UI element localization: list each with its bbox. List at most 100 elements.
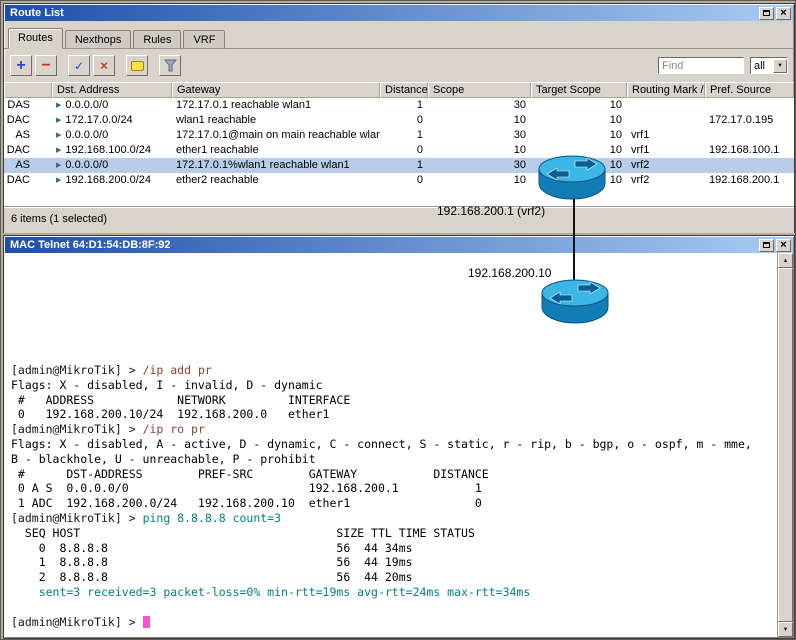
router-local-label: 192.168.200.10 <box>468 266 552 280</box>
telnet-content: [admin@MikroTik] > /ip add pr Flags: X - … <box>5 253 793 637</box>
route-marker-icon: ▶ <box>56 132 62 139</box>
terminal-line: 1 8.8.8.8 56 44 19ms <box>11 555 413 570</box>
route-cell-flags: DAC <box>6 144 30 156</box>
route-cell-target_scope: 10 <box>609 99 622 111</box>
column-header-dst-address[interactable]: Dst. Address <box>52 82 172 98</box>
tab-rules[interactable]: Rules <box>133 30 182 49</box>
terminal-line: SEQ HOST SIZE TTL TIME STATUS <box>11 525 475 540</box>
terminal-output[interactable]: [admin@MikroTik] > /ip add pr Flags: X - … <box>11 363 752 629</box>
terminal-line: # DST-ADDRESS PREF-SRC GATEWAY DISTANCE <box>11 466 489 481</box>
route-cell-flags: DAS <box>7 99 30 111</box>
route-cell-dst: ▶ 172.17.0.0/24 <box>56 114 133 126</box>
items-count: 6 items (1 selected) <box>11 213 107 225</box>
terminal-line: 2 8.8.8.8 56 44 20ms <box>11 570 413 585</box>
route-row[interactable]: DAS ▶ 0.0.0.0/0 172.17.0.1 reachable wlan1 1… <box>4 98 794 113</box>
route-cell-target_scope: 10 <box>609 129 622 141</box>
route-cell-routing_mark: vrf1 <box>631 129 650 141</box>
tab-vrf[interactable]: VRF <box>183 30 226 49</box>
maximize-button[interactable] <box>759 238 774 252</box>
route-cell-flags: AS <box>15 129 30 141</box>
filter-icon <box>163 59 177 72</box>
router-icon-local <box>538 276 612 331</box>
route-cell-dst: ▶ 0.0.0.0/0 <box>56 159 109 171</box>
scrollbar-thumb[interactable] <box>778 268 793 622</box>
route-marker-icon: ▶ <box>56 117 62 124</box>
winbox-workspace: Route List × Routes Nexthops Rules VRF +… <box>0 0 796 640</box>
close-button[interactable]: × <box>776 238 791 252</box>
disable-route-button[interactable]: × <box>93 55 115 76</box>
route-cell-routing_mark <box>627 98 705 113</box>
route-row[interactable]: DAC ▶ 172.17.0.0/24 wlan1 reachable 0 10 10 172… <box>4 113 794 128</box>
router-icon <box>541 279 609 324</box>
route-cell-distance: 1 <box>416 159 423 171</box>
route-list-titlebar[interactable]: Route List × <box>5 5 793 21</box>
column-header-distance[interactable]: Distance <box>380 82 428 98</box>
route-cell-dst: ▶ 0.0.0.0/0 <box>56 99 109 111</box>
comment-button[interactable] <box>126 55 148 76</box>
route-marker-icon: ▶ <box>56 177 62 184</box>
route-cell-distance: 0 <box>416 144 423 156</box>
route-marker-icon: ▶ <box>56 102 62 109</box>
terminal-line: 1 ADC 192.168.200.0/24 192.168.200.10 et… <box>11 496 482 511</box>
route-cell-distance: 0 <box>416 174 423 186</box>
column-header-gateway[interactable]: Gateway <box>172 82 380 98</box>
terminal-line: Flags: X - disabled, I - invalid, D - dy… <box>11 377 323 392</box>
scroll-up-button[interactable]: ▲ <box>778 253 793 268</box>
maximize-button[interactable] <box>759 6 774 20</box>
route-cell-distance: 1 <box>416 129 423 141</box>
close-button[interactable]: × <box>776 6 791 20</box>
route-row[interactable]: AS ▶ 0.0.0.0/0 172.17.0.1@main on main reac… <box>4 128 794 143</box>
mac-telnet-window-controls: × <box>759 238 791 252</box>
terminal-line: sent=3 received=3 packet-loss=0% min-rtt… <box>11 584 531 599</box>
route-cell-gateway: ether1 reachable <box>176 144 259 156</box>
topology-link-line <box>573 198 575 280</box>
route-row[interactable]: DAC ▶ 192.168.200.0/24 ether2 reachable 0 10 1… <box>4 173 794 188</box>
maximize-icon <box>763 10 770 16</box>
route-cell-dst: ▶ 192.168.100.0/24 <box>56 144 152 156</box>
route-list-tabbar: Routes Nexthops Rules VRF <box>4 21 794 49</box>
router-gateway-label: 192.168.200.1 (vrf2) <box>437 204 546 218</box>
route-marker-icon: ▶ <box>56 147 62 154</box>
scroll-down-icon: ▼ <box>782 626 789 633</box>
route-cell-flags: AS <box>15 159 30 171</box>
find-scope-dropdown[interactable]: all ▼ <box>750 57 788 74</box>
route-row[interactable]: DAC ▶ 192.168.100.0/24 ether1 reachable 0 10 1… <box>4 143 794 158</box>
column-header-scope[interactable]: Scope <box>428 82 531 98</box>
mac-telnet-window: MAC Telnet 64:D1:54:DB:8F:92 × [admin@Mi… <box>3 235 795 639</box>
route-table-body: DAS ▶ 0.0.0.0/0 172.17.0.1 reachable wlan1 1… <box>4 98 794 206</box>
remove-route-button[interactable]: − <box>35 55 57 76</box>
route-cell-gateway: 172.17.0.1 reachable wlan1 <box>176 99 312 111</box>
terminal-line: # ADDRESS NETWORK INTERFACE <box>11 392 351 407</box>
add-icon: + <box>16 56 26 74</box>
terminal-cursor <box>142 615 150 628</box>
route-cell-scope: 30 <box>513 159 526 171</box>
terminal-line: 0 A S 0.0.0.0/0 192.168.200.1 1 <box>11 481 482 496</box>
column-header-pref-source[interactable]: Pref. Source <box>705 82 794 98</box>
find-input[interactable] <box>658 57 744 74</box>
route-table-header: Dst. Address Gateway Distance Scope Targ… <box>4 82 794 98</box>
route-row[interactable]: AS ▶ 0.0.0.0/0 172.17.0.1%wlan1 reachable w… <box>4 158 794 173</box>
close-icon: × <box>780 239 787 251</box>
terminal-line: [admin@MikroTik] > <box>11 615 752 630</box>
column-header-routing-mark[interactable]: Routing Mark / <box>627 82 705 98</box>
route-cell-distance: 1 <box>416 99 423 111</box>
column-header-flags[interactable] <box>4 82 52 98</box>
enable-route-button[interactable]: ✓ <box>68 55 90 76</box>
router-icon <box>538 155 606 200</box>
mac-telnet-titlebar[interactable]: MAC Telnet 64:D1:54:DB:8F:92 × <box>5 237 793 253</box>
scroll-down-button[interactable]: ▼ <box>778 622 793 637</box>
tab-routes[interactable]: Routes <box>8 28 63 49</box>
filter-button[interactable] <box>159 55 181 76</box>
route-cell-pref_source: 172.17.0.195 <box>709 114 774 126</box>
route-cell-routing_mark: vrf2 <box>631 159 650 171</box>
terminal-line: [admin@MikroTik] > /ip add pr <box>11 363 212 377</box>
terminal-line: 0 192.168.200.10/24 192.168.200.0 ether1 <box>11 407 330 422</box>
column-header-target-scope[interactable]: Target Scope <box>531 82 627 98</box>
terminal-scrollbar[interactable]: ▲ ▼ <box>777 253 793 637</box>
add-route-button[interactable]: + <box>10 55 32 76</box>
mac-telnet-title: MAC Telnet 64:D1:54:DB:8F:92 <box>10 239 171 251</box>
route-cell-scope: 30 <box>513 99 526 111</box>
tab-nexthops[interactable]: Nexthops <box>64 30 132 49</box>
route-list-window: Route List × Routes Nexthops Rules VRF +… <box>3 3 795 233</box>
